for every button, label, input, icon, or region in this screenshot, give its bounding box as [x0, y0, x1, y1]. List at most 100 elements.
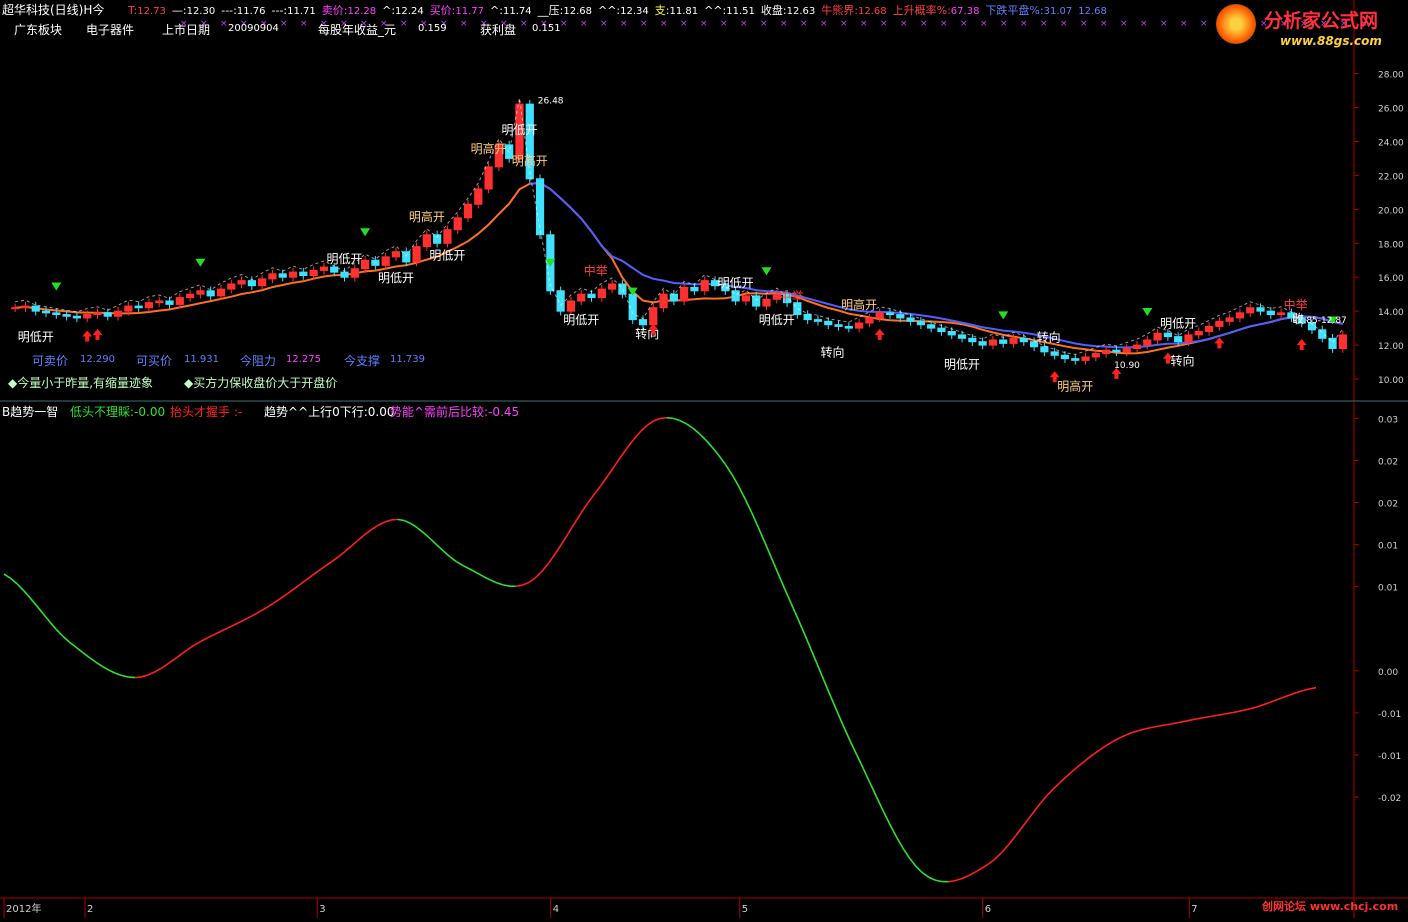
logo-url: www.88gs.com — [1280, 34, 1382, 48]
price-tick-label: 26.00 — [1378, 105, 1404, 115]
header-value: 11.74 — [503, 6, 532, 17]
candle-body — [948, 332, 955, 335]
osc-segment — [1290, 693, 1297, 695]
osc-segment — [719, 456, 726, 465]
candle-body — [660, 294, 667, 308]
osc-segment — [883, 811, 890, 824]
candle-body — [1164, 333, 1171, 336]
top-marker: × — [520, 19, 528, 29]
resist-label: 今阻力 — [240, 352, 276, 369]
indicator-name: B趋势一智 — [2, 403, 58, 420]
osc-tick-label: -0.01 — [1378, 752, 1401, 762]
sell-label: 可卖价 — [32, 352, 68, 369]
candle-body — [32, 306, 39, 311]
osc-segment — [483, 576, 490, 579]
osc-segment — [253, 612, 260, 616]
osc-segment — [339, 551, 346, 556]
candle-body — [1247, 308, 1254, 313]
candle-body — [1185, 335, 1192, 342]
price-tick-label: 22.00 — [1378, 172, 1404, 182]
top-marker: × — [680, 19, 688, 29]
candle-body — [742, 296, 749, 301]
candle-body — [135, 306, 142, 308]
osc-segment — [1126, 733, 1133, 736]
candle-body — [475, 189, 482, 204]
candle-body — [691, 287, 698, 290]
candle-body — [835, 325, 842, 327]
top-marker: × — [960, 19, 968, 29]
osc-segment — [824, 681, 831, 697]
candle-body — [876, 313, 883, 318]
osc-segment — [667, 418, 674, 419]
header-label: 买价: — [430, 4, 456, 17]
osc-segment — [548, 554, 555, 563]
candle-body — [63, 315, 70, 317]
buy-arrow-icon — [1214, 337, 1224, 348]
date-label: 7 — [1191, 904, 1197, 915]
osc-segment — [135, 677, 142, 678]
candle-body — [403, 252, 410, 262]
candle-body — [639, 320, 646, 325]
chart-canvas: ××××××××××××××××××××××××××××××××××××××××… — [0, 0, 1408, 918]
top-marker: × — [300, 19, 308, 29]
candle-body — [650, 308, 657, 325]
top-marker: × — [1020, 19, 1028, 29]
osc-segment — [102, 666, 109, 670]
osc-segment — [417, 528, 424, 533]
candle-body — [228, 284, 235, 289]
signal-label: 明低开 — [759, 313, 795, 327]
osc-segment — [699, 434, 706, 441]
candle-body — [588, 294, 595, 297]
osc-segment — [1132, 730, 1139, 732]
osc-segment — [555, 544, 562, 554]
osc-segment — [693, 428, 700, 434]
osc-segment — [949, 881, 956, 882]
sell-triangle-icon — [51, 283, 61, 291]
candle-body — [856, 323, 863, 328]
osc-segment — [161, 664, 168, 668]
signal-label: 明高开 — [841, 297, 877, 312]
candle-body — [1123, 348, 1130, 351]
header-label: ^^: — [704, 4, 726, 17]
sell-value: 12.290 — [80, 354, 115, 365]
candle-body — [248, 281, 255, 286]
profit-value: 0.151 — [532, 23, 561, 34]
note-buyers: ◆买方力保收盘价大于开盘价 — [184, 374, 337, 391]
header-label: 上升概率%: — [893, 4, 951, 17]
buy-arrow-icon — [1297, 339, 1307, 350]
osc-segment — [1277, 697, 1284, 699]
candle-body — [670, 294, 677, 301]
osc-segment — [1027, 812, 1034, 821]
price-tick-label: 10.00 — [1378, 376, 1404, 386]
price-tick-label: 12.00 — [1378, 342, 1404, 352]
osc-segment — [706, 440, 713, 447]
osc-segment — [1231, 712, 1238, 713]
osc-segment — [398, 519, 405, 520]
osc-segment — [227, 625, 234, 628]
eps-value: 0.159 — [418, 23, 447, 34]
candle-body — [259, 279, 266, 286]
candle-body — [1000, 340, 1007, 343]
top-marker: × — [640, 19, 648, 29]
candle-body — [361, 260, 368, 268]
osc-segment — [358, 535, 365, 540]
osc-segment — [56, 630, 63, 637]
candle-body — [1267, 311, 1274, 314]
candle-body — [434, 235, 441, 243]
osc-segment — [365, 530, 372, 535]
osc-segment — [50, 622, 57, 630]
signal-label: 明低开 — [718, 276, 754, 290]
osc-segment — [1008, 838, 1015, 846]
header-value: 12.68 — [1078, 6, 1107, 17]
osc-segment — [1218, 714, 1225, 715]
signal-label: 明低开 — [944, 357, 980, 371]
osc-segment — [194, 641, 201, 645]
osc-segment — [712, 448, 719, 456]
candle-body — [1205, 326, 1212, 331]
osc-segment — [280, 595, 287, 600]
osc-segment — [1145, 727, 1152, 728]
osc-segment — [122, 676, 129, 677]
header-items: T:12.73—:12.30---:11.76---:11.71卖价:12.28… — [128, 2, 1113, 18]
osc-segment — [240, 619, 247, 622]
candle-body — [42, 311, 49, 313]
